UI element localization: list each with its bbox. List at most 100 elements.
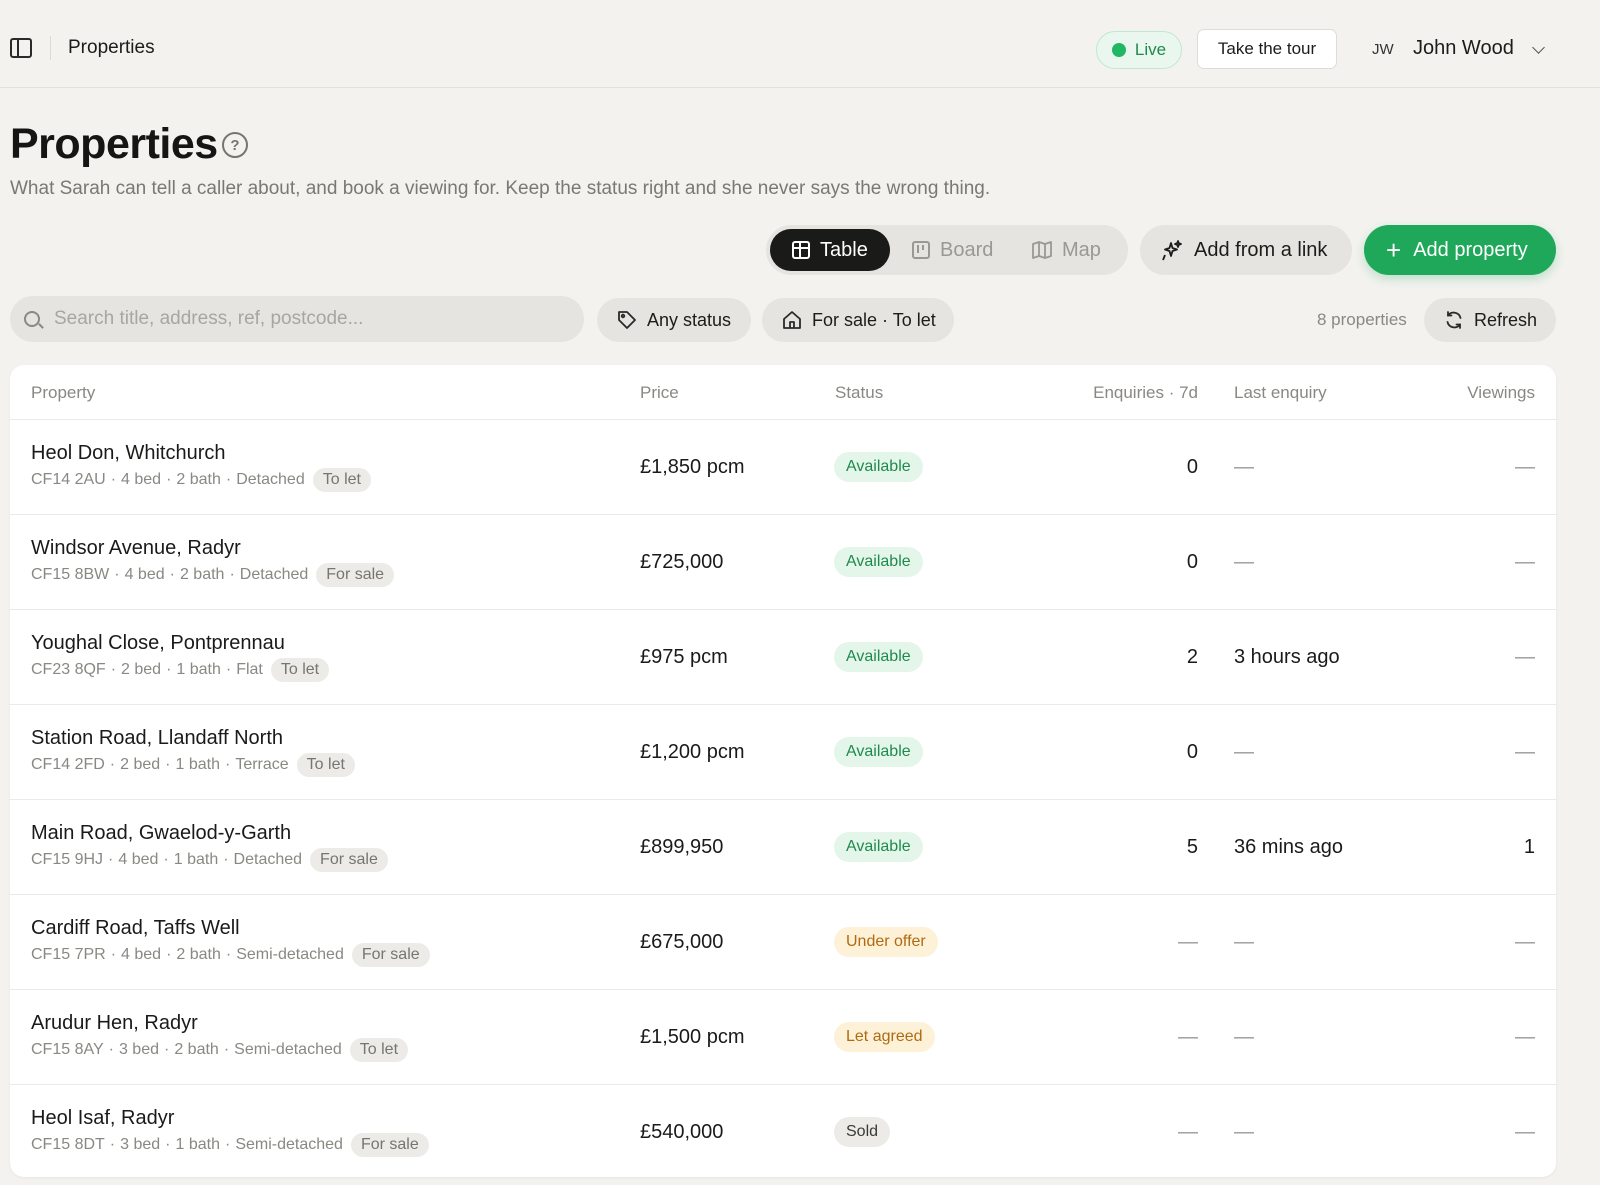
property-price: £1,200 pcm: [640, 741, 745, 763]
property-postcode: CF15 8BW: [31, 566, 110, 583]
view-map-button[interactable]: Map: [1022, 229, 1122, 271]
property-title[interactable]: Windsor Avenue, Radyr: [31, 537, 241, 560]
viewings-count: 1: [1523, 836, 1535, 858]
help-icon[interactable]: ?: [222, 132, 248, 158]
meta-separator: ·: [169, 566, 175, 583]
property-title[interactable]: Main Road, Gwaelod-y-Garth: [31, 822, 291, 845]
property-beds: 4 bed: [121, 946, 162, 963]
meta-separator: ·: [225, 661, 232, 678]
meta-separator: ·: [114, 566, 120, 583]
properties-table: Property Price Status Enquiries · 7d Las…: [10, 365, 1556, 1177]
table-row[interactable]: Station Road, Llandaff North CF14 2FD · 2 b…: [10, 705, 1556, 800]
viewings-count: —: [1515, 551, 1535, 573]
user-name[interactable]: John Wood: [1413, 37, 1514, 60]
property-style: Detached: [233, 851, 303, 868]
meta-separator: ·: [108, 851, 114, 868]
refresh-button[interactable]: Refresh: [1424, 298, 1556, 342]
listing-type-label: For sale · To let: [812, 309, 936, 330]
view-map-label: Map: [1062, 238, 1101, 261]
table-row[interactable]: Youghal Close, Pontprennau CF23 8QF · 2 bed…: [10, 610, 1556, 705]
column-header-price[interactable]: Price: [640, 383, 679, 403]
listing-type-badge: For sale: [350, 1133, 429, 1157]
meta-separator: ·: [225, 946, 232, 963]
last-enquiry: —: [1234, 1026, 1254, 1048]
column-header-status[interactable]: Status: [835, 383, 883, 403]
add-property-button[interactable]: + Add property: [1364, 225, 1556, 275]
viewings-count: —: [1515, 931, 1535, 953]
listing-type-badge: For sale: [316, 563, 395, 587]
column-header-viewings[interactable]: Viewings: [1467, 383, 1535, 403]
live-status-badge[interactable]: Live: [1096, 31, 1182, 69]
view-table-label: Table: [820, 238, 868, 261]
refresh-label: Refresh: [1474, 309, 1538, 330]
status-filter[interactable]: Any status: [597, 298, 751, 342]
status-badge[interactable]: Available: [834, 832, 923, 862]
property-postcode: CF15 7PR: [31, 946, 106, 963]
listing-type-badge: For sale: [351, 943, 430, 967]
property-baths: 1 bath: [175, 1136, 220, 1153]
column-header-enquiries[interactable]: Enquiries · 7d: [1093, 383, 1198, 403]
listing-type-filter[interactable]: For sale · To let: [762, 298, 954, 342]
view-board-button[interactable]: Board: [902, 229, 1012, 271]
property-style: Detached: [239, 566, 309, 583]
property-postcode: CF15 9HJ: [31, 851, 104, 868]
enquiries-count: 5: [1186, 836, 1198, 858]
property-style: Semi-detached: [235, 1136, 343, 1153]
table-row[interactable]: Main Road, Gwaelod-y-Garth CF15 9HJ · 4 bed…: [10, 800, 1556, 895]
add-from-link-button[interactable]: Add from a link: [1140, 225, 1352, 275]
meta-separator: ·: [224, 756, 231, 773]
map-icon: [1032, 241, 1052, 259]
property-meta: CF14 2FD · 2 bed · 1 bath · Terrace To let: [31, 753, 355, 777]
live-label: Live: [1134, 40, 1167, 59]
meta-separator: ·: [110, 661, 117, 678]
property-meta: CF15 8BW · 4 bed · 2 bath · Detached For sale: [31, 563, 395, 587]
table-row[interactable]: Cardiff Road, Taffs Well CF15 7PR · 4 bed · 2…: [10, 895, 1556, 990]
table-row[interactable]: Arudur Hen, Radyr CF15 8AY · 3 bed · 2 bath · S…: [10, 990, 1556, 1085]
property-baths: 2 bath: [176, 946, 221, 963]
user-avatar[interactable]: JW: [1372, 41, 1394, 58]
listing-type-badge: To let: [312, 468, 371, 492]
view-board-label: Board: [940, 238, 994, 261]
property-title[interactable]: Youghal Close, Pontprennau: [31, 632, 285, 655]
property-title[interactable]: Heol Isaf, Radyr: [31, 1107, 174, 1130]
property-beds: 4 bed: [118, 851, 159, 868]
property-baths: 2 bath: [179, 566, 225, 583]
table-row[interactable]: Heol Isaf, Radyr CF15 8DT · 3 bed · 1 bath · Se…: [10, 1085, 1556, 1180]
property-baths: 1 bath: [176, 661, 221, 678]
search-box[interactable]: [10, 296, 584, 342]
property-price: £1,500 pcm: [640, 1026, 745, 1048]
status-badge[interactable]: Under offer: [834, 927, 938, 957]
status-badge[interactable]: Let agreed: [834, 1022, 935, 1052]
enquiries-count: 0: [1186, 741, 1198, 763]
listing-type-badge: For sale: [310, 848, 388, 872]
status-filter-label: Any status: [647, 309, 732, 330]
search-input[interactable]: [54, 308, 554, 330]
home-icon: [783, 311, 801, 329]
status-badge[interactable]: Available: [834, 737, 923, 767]
search-icon: [24, 311, 40, 327]
view-table-button[interactable]: Table: [770, 229, 890, 271]
column-header-last-enquiry[interactable]: Last enquiry: [1234, 383, 1327, 403]
property-title[interactable]: Heol Don, Whitchurch: [31, 442, 226, 465]
chevron-down-icon[interactable]: [1532, 41, 1545, 54]
take-tour-button[interactable]: Take the tour: [1197, 29, 1337, 69]
status-badge[interactable]: Available: [834, 452, 923, 482]
plus-icon: +: [1386, 235, 1402, 265]
last-enquiry: —: [1234, 1121, 1254, 1143]
property-title[interactable]: Station Road, Llandaff North: [31, 727, 283, 750]
property-price: £675,000: [640, 931, 724, 953]
enquiries-count: —: [1178, 1121, 1198, 1143]
last-enquiry: —: [1234, 741, 1254, 763]
table-row[interactable]: Windsor Avenue, Radyr CF15 8BW · 4 bed · 2 ba…: [10, 515, 1556, 610]
property-title[interactable]: Arudur Hen, Radyr: [31, 1012, 198, 1035]
status-badge[interactable]: Sold: [834, 1117, 891, 1147]
status-badge[interactable]: Available: [834, 547, 923, 577]
sidebar-toggle-icon[interactable]: [10, 38, 32, 58]
table-row[interactable]: Heol Don, Whitchurch CF14 2AU · 4 bed · 2 bat…: [10, 420, 1556, 515]
meta-separator: ·: [110, 471, 117, 488]
property-title[interactable]: Cardiff Road, Taffs Well: [31, 917, 240, 940]
property-price: £899,950: [640, 836, 724, 858]
status-badge[interactable]: Available: [834, 642, 923, 672]
column-header-property[interactable]: Property: [31, 383, 95, 403]
meta-separator: ·: [109, 1136, 116, 1153]
